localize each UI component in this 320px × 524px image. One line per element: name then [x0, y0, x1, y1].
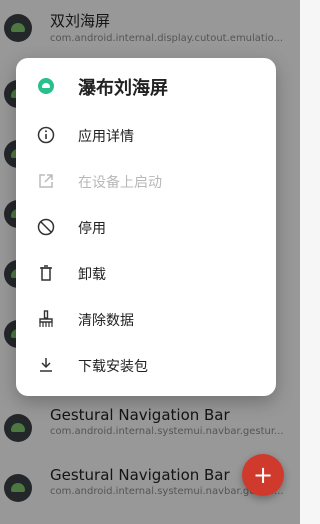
broom-icon	[36, 309, 56, 329]
launch-icon	[36, 171, 56, 191]
menu-item-label: 下载安装包	[78, 359, 148, 375]
menu-item-label: 停用	[78, 221, 106, 237]
menu-item-disable[interactable]: 停用	[16, 204, 276, 250]
app-icon	[38, 78, 54, 94]
trash-icon	[36, 263, 56, 283]
info-icon	[36, 125, 56, 145]
download-icon	[36, 355, 56, 375]
block-icon	[36, 217, 56, 237]
menu-item-label: 卸载	[78, 267, 106, 283]
add-button[interactable]: +	[242, 454, 284, 496]
menu-item-download-apk[interactable]: 下载安装包	[16, 342, 276, 388]
menu-item-label: 应用详情	[78, 129, 134, 145]
menu-item-label: 在设备上启动	[78, 175, 162, 191]
menu-item-launch[interactable]: 在设备上启动	[16, 158, 276, 204]
app-options-menu: 瀑布刘海屏 应用详情 在设备上启动 停用 卸载 清除数据 下载安装包	[16, 58, 276, 396]
menu-item-app-info[interactable]: 应用详情	[16, 112, 276, 158]
menu-item-label: 清除数据	[78, 313, 134, 329]
menu-header: 瀑布刘海屏	[16, 58, 276, 114]
menu-title: 瀑布刘海屏	[78, 78, 168, 99]
menu-item-uninstall[interactable]: 卸载	[16, 250, 276, 296]
menu-item-clear-data[interactable]: 清除数据	[16, 296, 276, 342]
